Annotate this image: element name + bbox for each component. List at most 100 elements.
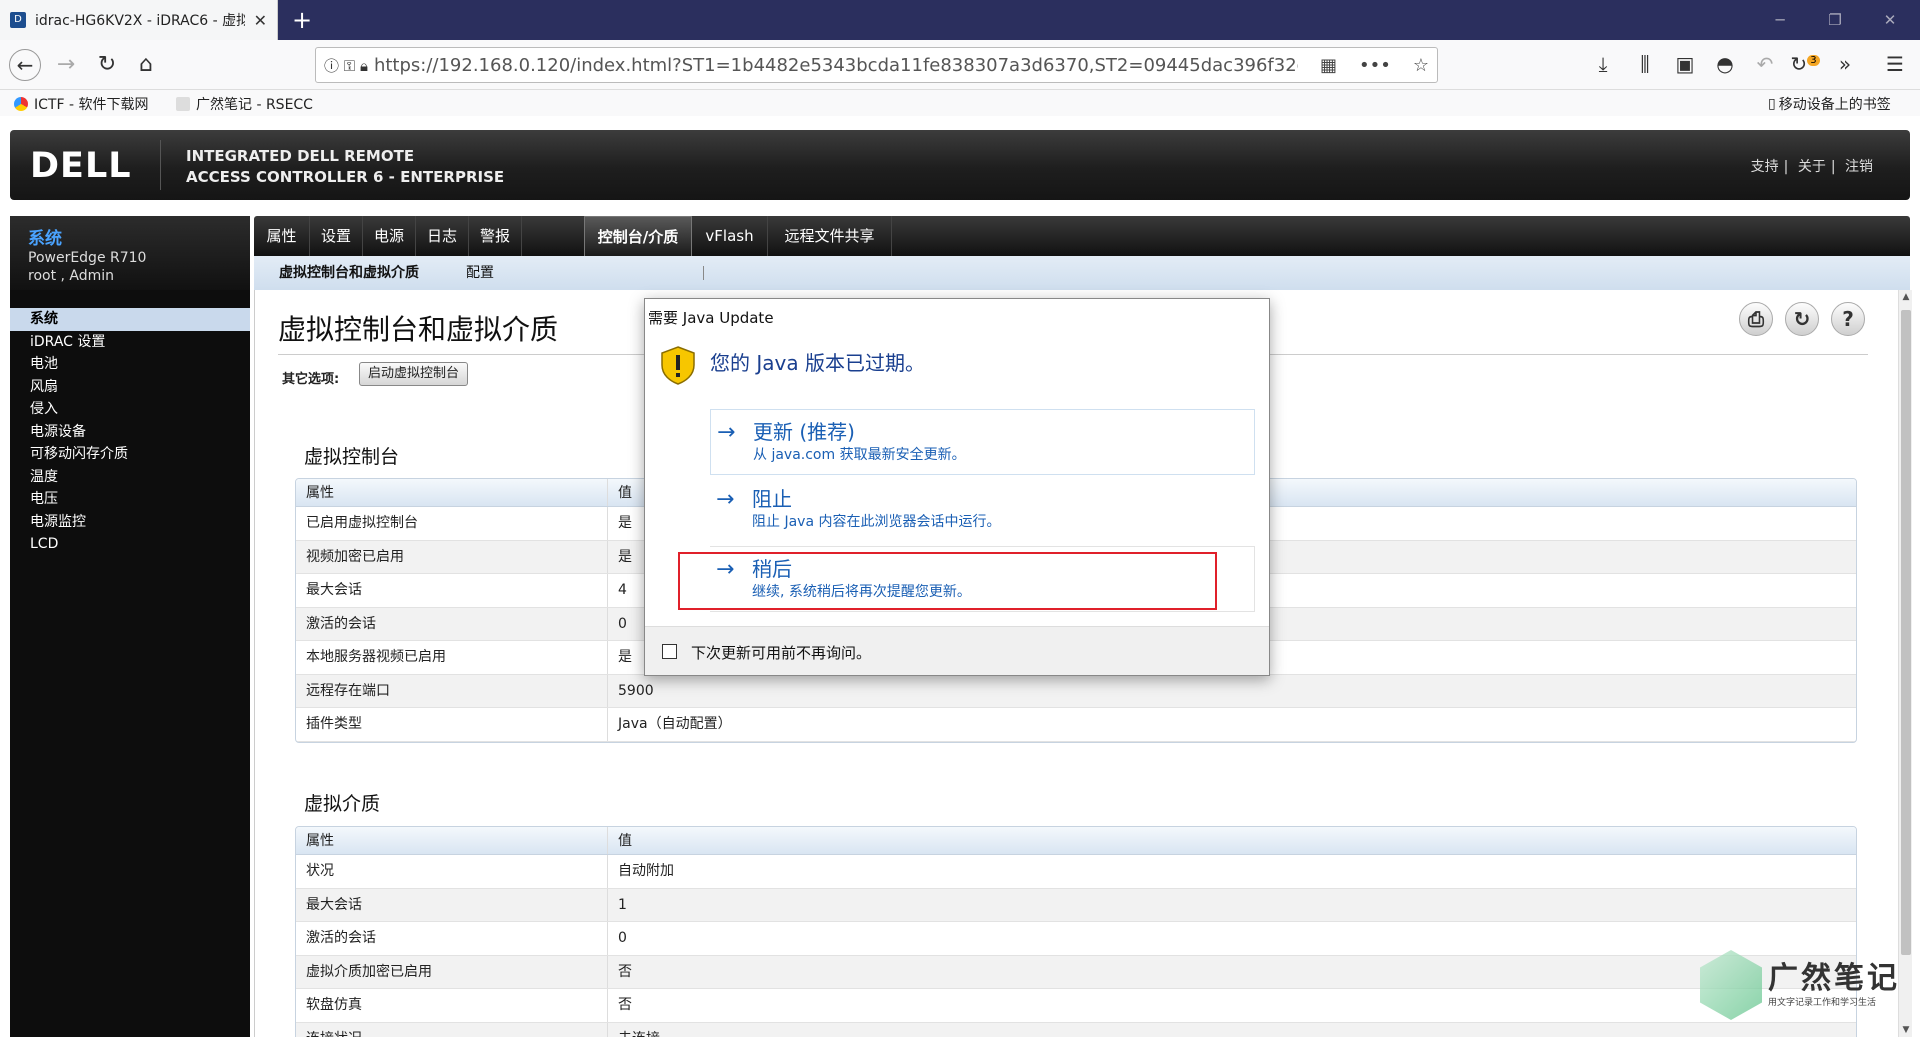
tree-item-temperature[interactable]: 温度 (10, 466, 250, 489)
tree-item-removable-flash[interactable]: 可移动闪存介质 (10, 443, 250, 466)
update-option[interactable]: → 更新 (推荐) 从 java.com 获取最新安全更新。 (710, 409, 1255, 475)
header-divider (160, 140, 161, 190)
row-property: 最大会话 (296, 888, 608, 921)
browser-tab-strip: D idrac-HG6KV2X - iDRAC6 - 虚拟控制台 ✕ + ─ ❐… (0, 0, 1920, 40)
tab-alerts[interactable]: 警报 (469, 216, 522, 256)
scroll-down-icon[interactable]: ▼ (1899, 1025, 1913, 1035)
mobile-bookmarks[interactable]: ▯ 移动设备上的书签 (1768, 94, 1891, 114)
minimize-icon[interactable]: ─ (1760, 6, 1800, 34)
table-row: 状况 自动附加 (296, 855, 1856, 889)
system-tree: 系统 iDRAC 设置 电池 风扇 侵入 电源设备 可移动闪存介质 温度 电压 … (10, 308, 250, 556)
row-property: 软盘仿真 (296, 989, 608, 1022)
sidebar-toggle-icon[interactable]: ▣ (1670, 52, 1700, 76)
block-option[interactable]: → 阻止 阻止 Java 内容在此浏览器会话中运行。 (710, 477, 1255, 543)
tab-close-icon[interactable]: ✕ (254, 11, 267, 30)
site-info-icon[interactable]: ⓘ ⚿ 🔒︎ (324, 55, 368, 76)
arrow-right-icon: → (716, 487, 735, 512)
virtual-media-table: 属性 值 状况 自动附加 最大会话 1 激活的会话 0 虚拟介质加密已启用否 软盘仿真… (295, 826, 1857, 1037)
tree-item-idrac-settings[interactable]: iDRAC 设置 (10, 331, 250, 354)
launch-virtual-console-button[interactable]: 启动虚拟控制台 (359, 362, 469, 386)
current-user: root , Admin (28, 268, 115, 284)
home-icon[interactable]: ⌂ (130, 49, 162, 81)
logout-link[interactable]: 注销 (1845, 159, 1873, 175)
tree-item-system[interactable]: 系统 (10, 308, 250, 331)
tree-item-power-supplies[interactable]: 电源设备 (10, 421, 250, 444)
help-icon[interactable]: ? (1831, 302, 1865, 336)
scroll-up-icon[interactable]: ▲ (1899, 292, 1913, 302)
table-row: 插件类型 Java（自动配置） (296, 708, 1856, 742)
watermark-subtext: 用文字记录工作和学习生活 (1768, 998, 1877, 1008)
page-favicon-icon (176, 97, 190, 111)
main-tabs: 属性 设置 电源 日志 警报 控制台/介质 vFlash 远程文件共享 (254, 216, 1910, 256)
scrollbar-thumb[interactable] (1901, 310, 1911, 955)
tab-vflash[interactable]: vFlash (692, 216, 768, 256)
tab-properties[interactable]: 属性 (254, 216, 310, 256)
url-text[interactable]: https://192.168.0.120/index.html?ST1=1b4… (374, 55, 1298, 76)
notifications-icon[interactable]: ↻ 3 (1790, 52, 1820, 76)
bookmark-ictf[interactable]: ICTF - 软件下载网 (14, 94, 148, 114)
sub-tabs: 虚拟控制台和虚拟介质 配置 (254, 256, 1910, 290)
row-value: 0 (618, 930, 627, 946)
subtab-virtual-console-media[interactable]: 虚拟控制台和虚拟介质 (279, 256, 419, 290)
page-scrollbar[interactable]: ▲ ▼ (1898, 290, 1912, 1037)
subtab-divider (703, 266, 704, 280)
option-description: 从 java.com 获取最新安全更新。 (753, 447, 966, 463)
notification-badge: 3 (1807, 55, 1820, 67)
row-value: 5900 (618, 682, 654, 699)
browser-tab[interactable]: D idrac-HG6KV2X - iDRAC6 - 虚拟控制台 ✕ (0, 0, 278, 40)
idrac-favicon-icon: D (10, 12, 26, 28)
bookmark-rsecc[interactable]: 广然笔记 - RSECC (176, 94, 313, 114)
reload-icon[interactable]: ↻ (91, 49, 123, 81)
tree-item-power-monitoring[interactable]: 电源监控 (10, 511, 250, 534)
menu-icon[interactable]: ☰ (1880, 52, 1910, 76)
tab-console-media[interactable]: 控制台/介质 (584, 216, 692, 256)
url-bar[interactable]: ⓘ ⚿ 🔒︎ https://192.168.0.120/index.html?… (315, 47, 1438, 83)
qr-code-icon[interactable]: ▦ (1320, 55, 1337, 76)
option-description: 阻止 Java 内容在此浏览器会话中运行。 (752, 514, 1001, 530)
tab-setup[interactable]: 设置 (310, 216, 363, 256)
tree-item-lcd[interactable]: LCD (10, 533, 250, 556)
tab-logs[interactable]: 日志 (416, 216, 469, 256)
new-tab-button[interactable]: + (288, 6, 316, 34)
system-label[interactable]: 系统 (28, 224, 232, 249)
dont-ask-label[interactable]: 下次更新可用前不再询问。 (691, 642, 871, 663)
tab-remote-file-share[interactable]: 远程文件共享 (768, 216, 892, 256)
tree-item-intrusion[interactable]: 侵入 (10, 398, 250, 421)
refresh-icon[interactable]: ↻ (1785, 302, 1819, 336)
browser-toolbar: ← → ↻ ⌂ ⓘ ⚿ 🔒︎ https://192.168.0.120/ind… (0, 40, 1920, 90)
restore-icon[interactable]: ❐ (1815, 6, 1855, 34)
row-property: 最大会话 (296, 574, 608, 607)
window-close-icon[interactable]: ✕ (1870, 6, 1910, 34)
tree-item-fans[interactable]: 风扇 (10, 376, 250, 399)
library-icon[interactable]: ⫼ (1630, 52, 1660, 76)
table-row: 最大会话 1 (296, 888, 1856, 922)
forward-icon[interactable]: → (50, 49, 82, 81)
download-icon[interactable]: ⤓ (1588, 52, 1618, 76)
ictf-favicon-icon (14, 97, 28, 111)
undo-icon[interactable]: ↶ (1750, 52, 1780, 76)
row-property: 插件类型 (296, 708, 608, 741)
table-row: 虚拟介质加密已启用否 (296, 955, 1856, 989)
bookmark-star-icon[interactable]: ☆ (1413, 55, 1429, 76)
print-icon[interactable]: ⎙ (1739, 302, 1773, 336)
row-value: 否 (618, 997, 632, 1013)
tree-item-voltage[interactable]: 电压 (10, 488, 250, 511)
dialog-title: 需要 Java Update (648, 309, 774, 327)
row-property: 虚拟介质加密已启用 (296, 955, 608, 988)
support-link[interactable]: 支持 (1751, 159, 1779, 175)
about-link[interactable]: 关于 (1798, 159, 1826, 175)
subtab-configuration[interactable]: 配置 (466, 256, 494, 290)
mobile-bookmarks-label: 移动设备上的书签 (1778, 97, 1891, 113)
tree-item-battery[interactable]: 电池 (10, 353, 250, 376)
row-value: Java（自动配置） (618, 716, 732, 732)
watermark-cube-logo (1700, 950, 1762, 1020)
extension-icon[interactable]: ◓ (1710, 52, 1740, 76)
dont-ask-checkbox[interactable] (662, 644, 677, 659)
tab-power[interactable]: 电源 (363, 216, 416, 256)
back-icon[interactable]: ← (9, 49, 41, 81)
tab-title: idrac-HG6KV2X - iDRAC6 - 虚拟控制台 (35, 13, 245, 29)
page-actions-icon[interactable]: ••• (1359, 55, 1391, 76)
product-line-2: ACCESS CONTROLLER 6 - ENTERPRISE (186, 168, 505, 186)
row-value: 自动附加 (618, 863, 674, 879)
overflow-chevron-icon[interactable]: » (1830, 52, 1860, 76)
